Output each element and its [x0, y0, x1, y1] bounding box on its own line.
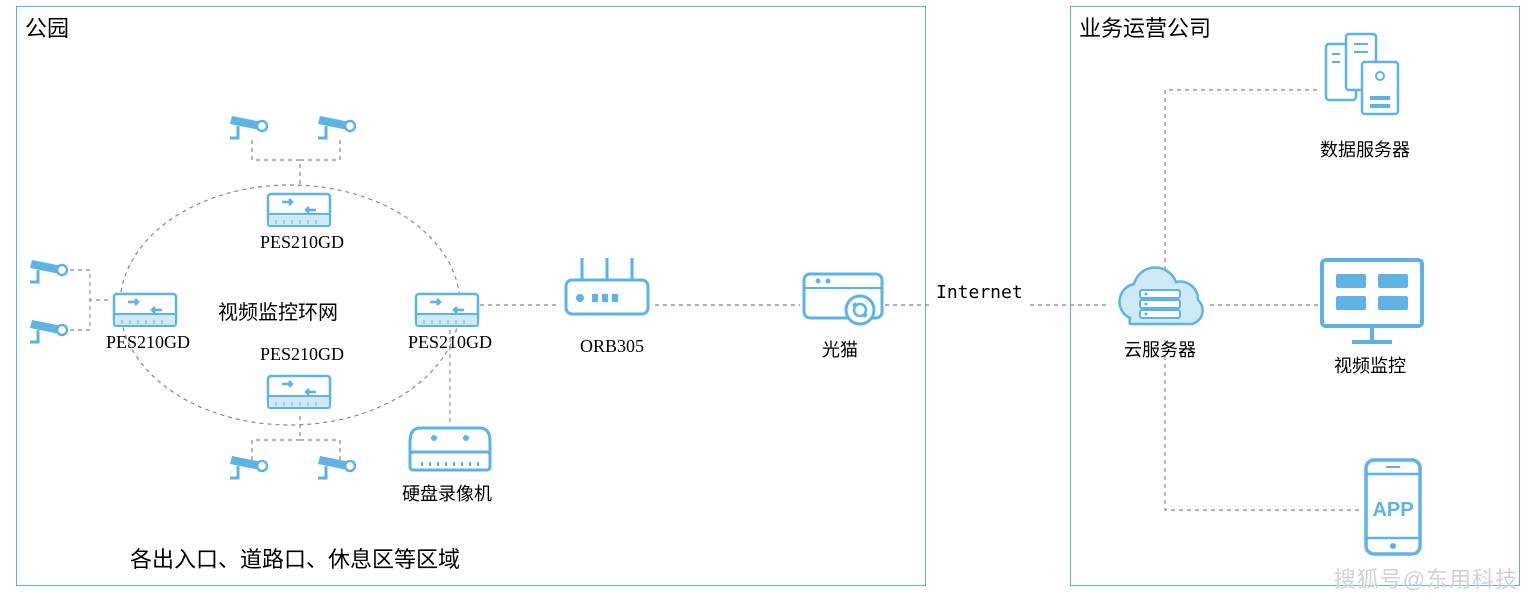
cloud-label: 云服务器	[1124, 336, 1196, 362]
router-label: ORB305	[580, 336, 644, 357]
nvr-label: 硬盘录像机	[402, 480, 492, 506]
switch-bottom-label: PES210GD	[260, 344, 344, 365]
park-footer: 各出入口、道路口、休息区等区域	[130, 542, 460, 574]
camera-icon	[318, 448, 358, 482]
switch-icon	[264, 362, 336, 412]
router-icon	[562, 258, 654, 318]
switch-top-label: PES210GD	[260, 232, 344, 253]
camera-icon	[30, 312, 70, 346]
camera-icon	[318, 108, 358, 142]
switch-icon	[264, 180, 336, 230]
switch-icon	[412, 280, 484, 330]
camera-icon	[230, 108, 270, 142]
server-label: 数据服务器	[1320, 136, 1410, 162]
switch-icon	[110, 280, 182, 330]
switch-left-label: PES210GD	[106, 332, 190, 353]
server-icon	[1326, 34, 1406, 124]
modem-label: 光猫	[822, 336, 858, 362]
video-label: 视频监控	[1334, 352, 1406, 378]
cloud-server-icon	[1106, 270, 1216, 336]
ring-label: 视频监控环网	[218, 296, 338, 325]
watermark: 搜狐号@东用科技	[1334, 562, 1518, 594]
phone-app-icon	[1360, 460, 1428, 558]
monitor-icon	[1322, 260, 1424, 348]
internet-label: Internet	[936, 282, 1023, 303]
camera-icon	[30, 252, 70, 286]
camera-icon	[230, 448, 270, 482]
nvr-icon	[410, 424, 492, 474]
switch-right-label: PES210GD	[408, 332, 492, 353]
modem-icon	[800, 268, 888, 328]
